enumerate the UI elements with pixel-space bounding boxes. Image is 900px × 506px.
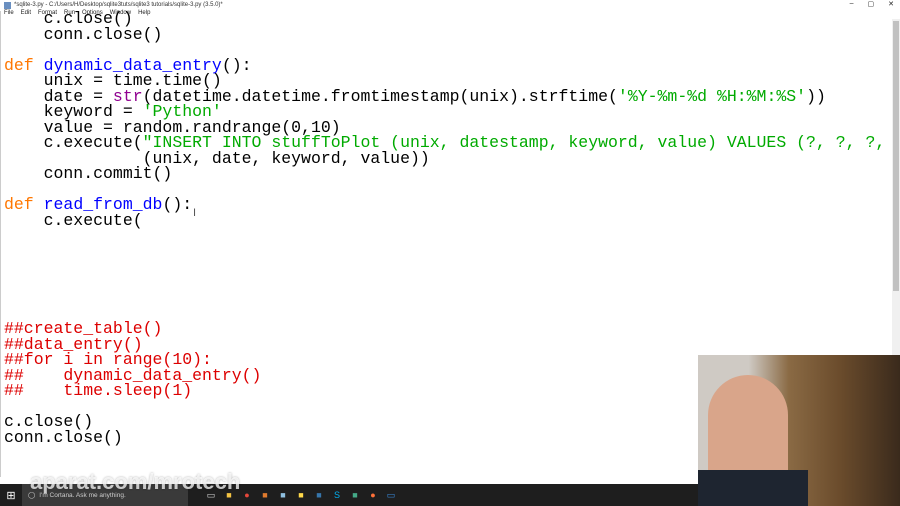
firefox-icon[interactable]: ● bbox=[364, 484, 382, 506]
notepad-icon[interactable]: ■ bbox=[274, 484, 292, 506]
code-token: ## time.sleep(1) bbox=[4, 381, 193, 400]
code-token: )) bbox=[806, 86, 826, 106]
minimize-button[interactable]: – bbox=[850, 0, 854, 8]
windows-start-icon[interactable]: ⊞ bbox=[0, 489, 22, 502]
code-token: conn.close() bbox=[4, 427, 123, 447]
code-token: conn.close() bbox=[4, 24, 163, 44]
code-line: conn.close() bbox=[1, 24, 893, 44]
code-line: c.execute( bbox=[1, 210, 893, 230]
presenter-shirt bbox=[698, 470, 808, 506]
window-controls: – ▢ ✕ bbox=[850, 0, 894, 8]
ibeam-cursor-icon: I bbox=[193, 207, 197, 219]
idle-python-icon[interactable]: ■ bbox=[292, 484, 310, 506]
maximize-button[interactable]: ▢ bbox=[868, 0, 875, 8]
scrollbar-thumb[interactable] bbox=[893, 21, 899, 291]
code-token: '%Y-%m-%d %H:%M:%S' bbox=[617, 86, 807, 106]
code-line: conn.commit() bbox=[1, 164, 893, 183]
idle-icon bbox=[4, 1, 11, 9]
chrome-icon[interactable]: ● bbox=[238, 484, 256, 506]
skype-icon[interactable]: S bbox=[328, 484, 346, 506]
close-button[interactable]: ✕ bbox=[888, 0, 894, 8]
watermark: aparat.com/mrotech bbox=[30, 469, 241, 494]
media-player-icon[interactable]: ■ bbox=[256, 484, 274, 506]
code-token: (): bbox=[162, 195, 193, 214]
messages-icon[interactable]: ▭ bbox=[382, 484, 400, 506]
webcam-overlay bbox=[698, 355, 900, 506]
code-token: (): bbox=[221, 55, 252, 75]
title-bar: *sqlite-3.py - C:/Users/H/Desktop/sqlite… bbox=[0, 0, 900, 10]
app-icon[interactable]: ■ bbox=[346, 484, 364, 506]
code-token: c.execute( bbox=[4, 210, 143, 230]
code-token: conn.commit() bbox=[4, 164, 173, 183]
python-icon[interactable]: ■ bbox=[310, 484, 328, 506]
window-title: *sqlite-3.py - C:/Users/H/Desktop/sqlite… bbox=[14, 2, 223, 8]
